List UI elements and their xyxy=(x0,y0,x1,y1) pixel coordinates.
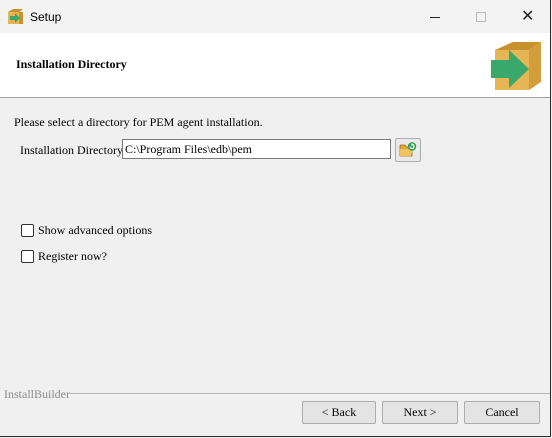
close-button[interactable]: ✕ xyxy=(504,0,550,33)
directory-input[interactable] xyxy=(122,139,391,159)
setup-window: Setup ✕ Installation Directory Please se… xyxy=(0,0,551,437)
checkbox-box[interactable] xyxy=(21,223,34,237)
footer-divider xyxy=(70,393,550,394)
browse-button[interactable] xyxy=(395,138,421,162)
maximize-button[interactable] xyxy=(458,0,504,33)
close-icon: ✕ xyxy=(521,6,535,25)
folder-browse-icon xyxy=(399,142,417,157)
installer-box-arrow-icon xyxy=(491,42,541,90)
register-now-label: Register now? xyxy=(38,248,107,263)
checkbox-box[interactable] xyxy=(21,249,34,263)
next-button[interactable]: Next > xyxy=(382,401,458,424)
show-advanced-options-checkbox[interactable]: Show advanced options xyxy=(21,222,152,238)
minimize-icon xyxy=(430,17,440,18)
install-prompt: Please select a directory for PEM agent … xyxy=(14,115,263,129)
cancel-button[interactable]: Cancel xyxy=(464,401,540,424)
directory-label: Installation Directory xyxy=(20,143,123,157)
maximize-icon xyxy=(476,12,486,22)
window-title: Setup xyxy=(30,10,62,24)
show-advanced-options-label: Show advanced options xyxy=(38,222,152,237)
title-bar: Setup ✕ xyxy=(0,0,550,33)
page-header: Installation Directory xyxy=(0,33,550,98)
minimize-button[interactable] xyxy=(412,0,458,33)
page-title: Installation Directory xyxy=(16,57,127,71)
installbuilder-brand: InstallBuilder xyxy=(4,387,70,401)
back-button[interactable]: < Back xyxy=(302,401,376,424)
app-icon xyxy=(8,9,23,24)
register-now-checkbox[interactable]: Register now? xyxy=(21,248,107,264)
